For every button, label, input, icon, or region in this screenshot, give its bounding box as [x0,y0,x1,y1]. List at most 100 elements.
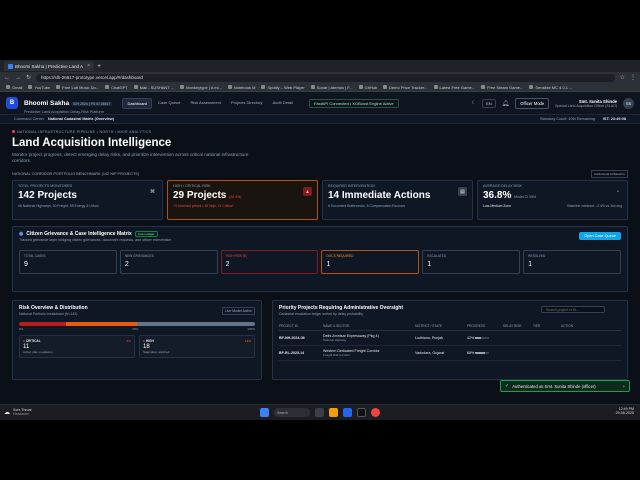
project-district: Vadodara, Gujarat [415,351,445,356]
tile-value: 2 [124,261,129,269]
star-icon[interactable]: ☆ [620,74,625,81]
column-header[interactable]: NAME & SECTOR [323,324,415,328]
vscode-icon[interactable] [343,408,352,417]
bookmark-item[interactable]: Gmail [6,85,22,90]
forward-icon[interactable]: → [15,75,21,81]
scale-mid: 50% [132,327,139,332]
eyebrow-text: NATIONAL INFRASTRUCTURE PIPELINE • NORTH… [17,130,152,134]
command-title: National Cadastral Matrix (Overview) [47,117,115,121]
bookmark-label: GitHub [364,84,378,90]
terminal-icon[interactable] [357,408,366,417]
grievance-tile[interactable]: NEW GRIEVANCES 2 [119,250,218,275]
bookmark-item[interactable]: Sonar | Atemos | F... [310,84,353,90]
taskbar-search[interactable]: Search [274,408,310,417]
officer-mode-button[interactable]: Officer Mode [515,97,550,109]
risk-card-sub: Stagnation watched [143,350,170,355]
risk-card-pct: 13% [244,339,251,344]
kpi-total-projects[interactable]: TOTAL PROJECTS MONITORED 142 Projects 46… [12,180,163,221]
favicon-icon [8,63,13,69]
project-search-input[interactable] [541,306,605,314]
bookmark-item[interactable]: Free Lofi Music Do... [56,85,99,90]
project-sector: National Highway [323,338,347,343]
column-header[interactable]: PROJECT ID [279,324,323,328]
tab-strip: Bhoomi Sakha | Predictive Land A × + [0,60,640,72]
risk-card[interactable]: ● CRITICAL 8% 11 Action plan mandatory [19,335,135,359]
clipboard-icon: ▤ [458,187,467,197]
scale-min: 0% [19,327,24,332]
column-header[interactable]: TIER [533,324,561,328]
chrome-icon[interactable] [371,408,380,417]
bookmark-label: Monkeytype | A mi... [186,84,222,90]
file-explorer-icon[interactable] [329,408,338,417]
bookmark-item[interactable]: GitHub [358,84,378,90]
bookmark-item[interactable]: Mail - SUSHANT ... [133,85,174,90]
column-header[interactable]: PROGRESS [467,324,503,328]
nav-risk-assessment[interactable]: Risk Assessment [187,98,225,109]
language-select[interactable]: EN [482,98,496,108]
letterbox-bottom [0,420,640,480]
warning-icon: ▲ [303,187,312,197]
bookmark-item[interactable]: YouTube [28,85,50,90]
kpi-high-risk[interactable]: HIGH / CRITICAL RISK 29 Projects (20.4%)… [167,180,318,221]
nav-projects-directory[interactable]: Projects Directory [227,98,267,109]
bookmark-item[interactable]: Spotify – Web Player [261,85,305,90]
grievance-tile[interactable]: TOTAL CASES 9 [19,250,117,275]
grievance-tile[interactable]: RESOLVED 1 [523,250,621,275]
table-row[interactable]: BF-RL-2023-14 Western Dedicated Freight C… [279,346,621,362]
back-icon[interactable]: ← [4,75,10,81]
notification-bell-icon[interactable]: 🔔︎ [502,100,510,107]
avatar[interactable]: SS [623,97,634,109]
tile-label: RESOLVED [528,254,546,259]
kpi-intervention[interactable]: REQUIRED INTERVENTION 14 Immediate Actio… [322,180,473,221]
bookmark-item[interactable]: ChatGPT [105,85,128,90]
kpi-value: 142 Projects [18,190,77,202]
reload-icon[interactable]: ↻ [26,74,31,81]
new-tab-icon[interactable]: + [97,63,101,70]
grievance-title: Citizen Grievance & Case Intelligence Ma… [26,231,132,238]
kpi-label: REQUIRED INTERVENTION [328,184,375,189]
bookmark-item[interactable]: Notebook M [227,85,255,90]
browser-tab[interactable]: Bhoomi Sakha | Predictive Land A × [4,61,94,71]
kpi-sub: 46 National Highways, 30 Freight, 59 Ene… [18,204,99,209]
theme-toggle-icon[interactable]: ☾ [472,100,476,106]
nav-case-queue[interactable]: Case Queue [154,98,184,109]
weather-sub: Headache [13,412,29,416]
bookmark-item[interactable]: Sensible MC 4.0.1 ... [529,85,572,90]
column-header[interactable]: ACTION [561,324,591,328]
column-header[interactable]: DELAY RISK [503,324,533,328]
menu-icon[interactable]: ⋮ [630,74,636,81]
bookmark-icon [133,85,138,90]
task-view-icon[interactable] [315,408,324,417]
gauge-icon: ◔ [615,188,620,195]
column-header[interactable]: DISTRICT / STATE [415,324,467,328]
project-name-cell: Western Dedicated Freight Corridor Freigh… [323,349,415,357]
bookmark-icon [28,85,33,90]
scale-max: 100% [247,327,255,332]
bookmark-label: Sonar | Atemos | F... [316,84,353,90]
bookmark-icon [310,85,315,90]
grievance-tile[interactable]: DOCS REQUIRED 1 [321,250,420,275]
risk-card-sub: Action plan mandatory [23,350,53,355]
nav-dashboard[interactable]: Dashboard [122,97,153,109]
nav-audit-detail[interactable]: Audit Detail [269,98,297,109]
bookmark-item[interactable]: Demo Price Tracker... [383,85,428,90]
close-tab-icon[interactable]: × [87,63,90,69]
tile-label: HIGH RISK (8) [225,254,247,259]
bookmark-item[interactable]: Free Steam Game... [481,85,523,90]
bookmark-label: Free Steam Game... [487,84,524,90]
start-icon[interactable] [260,408,269,417]
page-title: Land Acquisition Intelligence [12,137,172,149]
bookmark-icon [481,85,486,90]
open-case-queue-button[interactable]: Open Case Queue [579,232,621,241]
risk-card[interactable]: ● HIGH 13% 18 Stagnation watched [139,335,255,359]
bookmark-item[interactable]: Latest Free Game... [433,85,475,90]
close-toast-icon[interactable]: × [623,384,625,389]
project-progress-cell: 68% [467,351,503,355]
bookmark-item[interactable]: Monkeytype | A mi... [180,85,222,90]
grievance-tile[interactable]: ESCALATED 1 [422,250,521,275]
url-field[interactable]: https://slh-26817-prototype.vercel.app/#… [36,73,615,82]
table-row[interactable]: BF-NH-2024-08 Delhi-Amritsar Expressway (… [279,331,621,347]
kpi-delay-risk[interactable]: AVERAGE DELAY RISK 36.8% Model CI 95% Lo… [477,180,628,221]
tile-value: 9 [24,261,28,269]
grievance-tile[interactable]: HIGH RISK (8) 2 [220,250,319,275]
